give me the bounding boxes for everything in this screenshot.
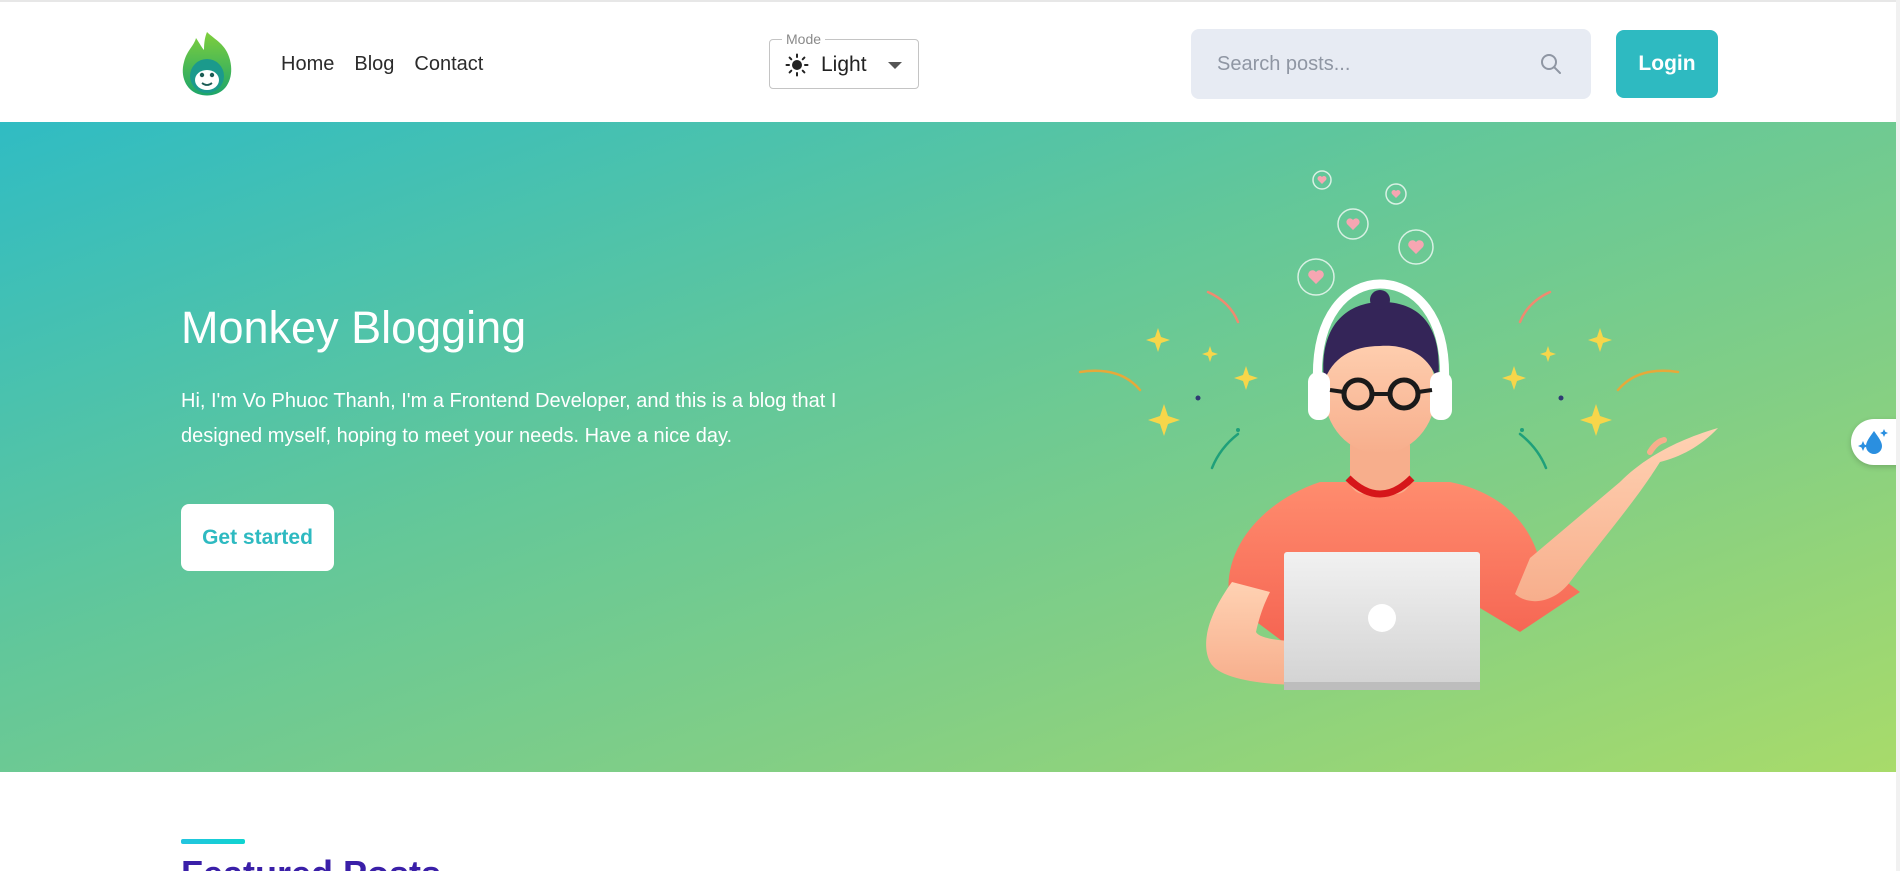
featured-posts-title: Featured Posts xyxy=(181,852,441,871)
search-icon[interactable] xyxy=(1539,52,1563,76)
login-button[interactable]: Login xyxy=(1616,30,1718,98)
get-started-button[interactable]: Get started xyxy=(181,504,334,571)
mode-select-legend: Mode xyxy=(782,30,826,48)
side-theme-tab[interactable] xyxy=(1851,419,1900,465)
hero-description: Hi, I'm Vo Phuoc Thanh, I'm a Frontend D… xyxy=(181,390,837,447)
page-scrollbar[interactable] xyxy=(1896,0,1900,871)
hero-section: Monkey Blogging Hi, I'm Vo Phuoc Thanh, … xyxy=(0,122,1900,772)
nav-contact-link[interactable]: Contact xyxy=(414,52,483,76)
main-nav: Home Blog Contact xyxy=(281,52,503,76)
search-input[interactable] xyxy=(1191,29,1531,99)
mode-select[interactable]: Mode Light xyxy=(769,30,919,89)
search-box xyxy=(1191,29,1591,99)
monkey-leaf-logo-icon[interactable] xyxy=(180,30,234,98)
mode-select-value: Light xyxy=(821,53,867,76)
nav-blog-link[interactable]: Blog xyxy=(354,52,394,76)
featured-heading-accent xyxy=(181,839,245,844)
nav-home-link[interactable]: Home xyxy=(281,52,334,76)
chevron-down-icon xyxy=(888,62,902,69)
developer-with-headphones-laptop-illustration xyxy=(1078,170,1718,690)
sun-icon xyxy=(785,53,809,77)
site-header: Home Blog Contact Mode Light Search post… xyxy=(0,0,1900,122)
hero-title: Monkey Blogging xyxy=(181,302,527,353)
water-drop-sparkle-icon xyxy=(1858,429,1888,454)
